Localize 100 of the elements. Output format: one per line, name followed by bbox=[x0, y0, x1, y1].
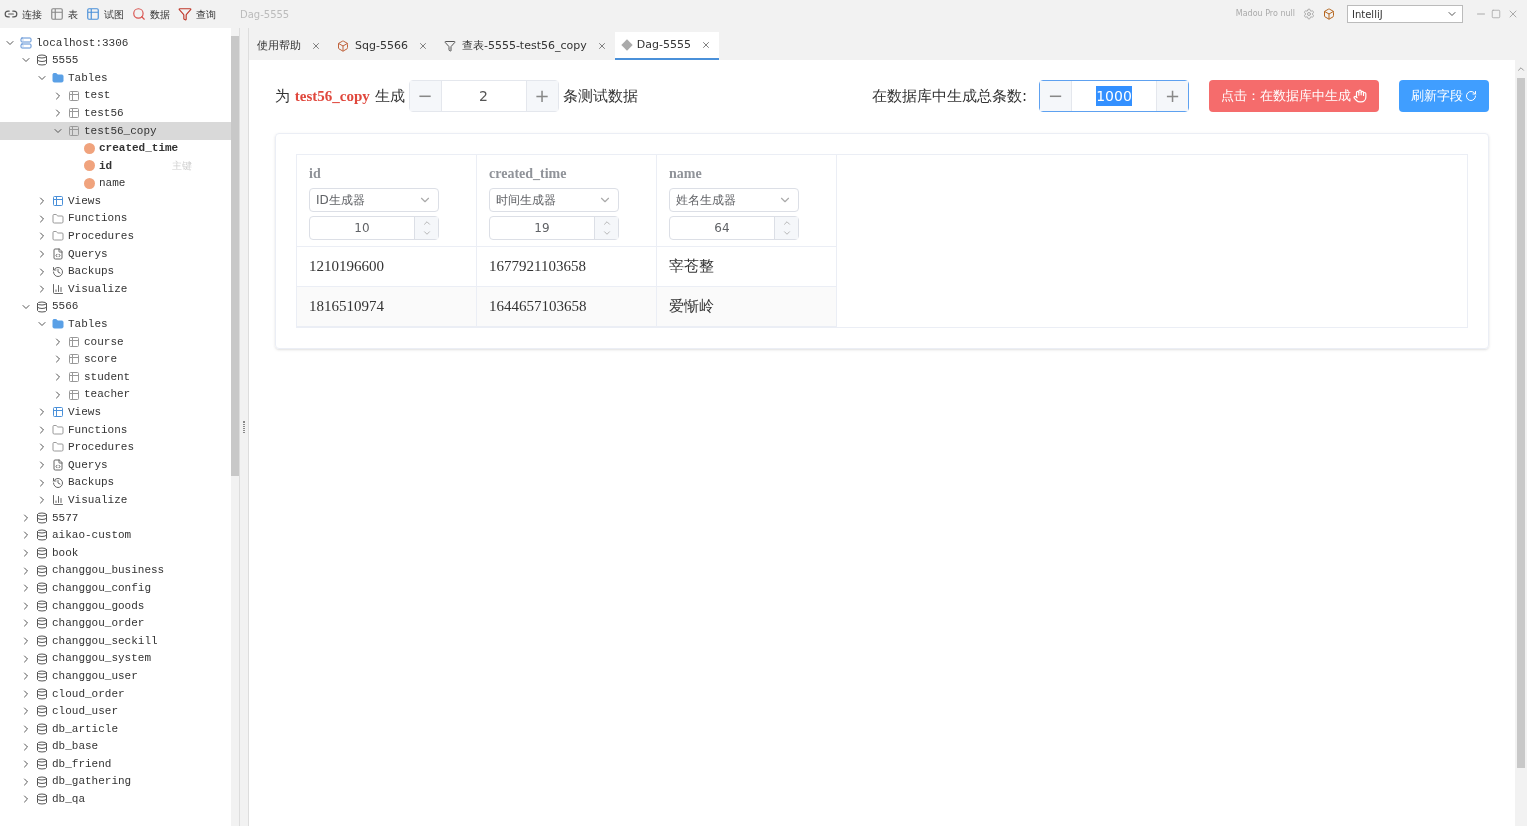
tab[interactable]: Sqg-5566 bbox=[329, 32, 436, 60]
tree-item[interactable]: course bbox=[0, 333, 231, 351]
tree-item[interactable]: 5566 bbox=[0, 297, 231, 316]
tree-item[interactable]: changgou_config bbox=[0, 579, 231, 597]
tree-item[interactable]: name bbox=[0, 174, 231, 193]
box-icon bbox=[337, 40, 349, 52]
number-stepper[interactable]: − 2 + bbox=[408, 80, 559, 112]
close-icon[interactable] bbox=[596, 41, 607, 51]
box-icon[interactable] bbox=[1323, 8, 1335, 20]
tree-label: Querys bbox=[68, 246, 108, 262]
tab[interactable]: 使用帮助 bbox=[249, 32, 329, 60]
tree-item[interactable]: test56 bbox=[0, 104, 231, 122]
tree-item[interactable]: Functions bbox=[0, 421, 231, 439]
tree-label: localhost:3306 bbox=[36, 35, 129, 51]
tree-item[interactable]: db_article bbox=[0, 720, 231, 738]
tree-item[interactable]: Views bbox=[0, 192, 231, 210]
generator-select[interactable]: 时间生成器 bbox=[489, 188, 619, 212]
generator-select[interactable]: 姓名生成器 bbox=[669, 188, 799, 212]
scrollbar-thumb[interactable] bbox=[231, 36, 239, 476]
theme-select[interactable]: IntelliJ bbox=[1347, 5, 1463, 23]
tree-label: Functions bbox=[68, 422, 128, 438]
table-icon bbox=[68, 89, 80, 102]
tree-item[interactable]: changgou_user bbox=[0, 667, 231, 685]
tree-item[interactable]: Procedures bbox=[0, 438, 231, 457]
database-icon bbox=[36, 793, 48, 806]
tree-label: db_base bbox=[52, 739, 99, 755]
maximize-icon[interactable] bbox=[1491, 9, 1501, 19]
toolbar-button[interactable]: 连接 bbox=[4, 6, 42, 22]
tree-item[interactable]: test56_copy bbox=[0, 121, 231, 140]
splitter-handle[interactable] bbox=[243, 421, 245, 433]
close-icon[interactable] bbox=[311, 41, 321, 51]
toolbar-button[interactable]: 查询 bbox=[178, 6, 216, 22]
tree-item[interactable]: Querys bbox=[0, 456, 231, 474]
table-icon bbox=[68, 124, 80, 137]
tree-item[interactable]: db_qa bbox=[0, 790, 231, 809]
tree-label: 5577 bbox=[52, 510, 79, 526]
tree-label: changgou_system bbox=[52, 651, 152, 667]
folder-icon bbox=[52, 318, 64, 331]
tree-item[interactable]: cloud_order bbox=[0, 684, 231, 703]
tree-item[interactable]: changgou_goods bbox=[0, 597, 231, 615]
tree-item[interactable]: Visualize bbox=[0, 491, 231, 510]
bar-chart-icon bbox=[52, 494, 64, 507]
tree-item[interactable]: db_gathering bbox=[0, 772, 231, 791]
user-label: Madou Pro null bbox=[1235, 8, 1295, 20]
tree-item[interactable]: Tables bbox=[0, 69, 231, 87]
close-icon[interactable] bbox=[700, 40, 711, 50]
tree-label: cloud_order bbox=[52, 686, 125, 702]
tree-item[interactable]: Visualize bbox=[0, 280, 231, 298]
tree-item[interactable]: changgou_order bbox=[0, 614, 231, 633]
scrollbar-thumb[interactable] bbox=[1517, 78, 1525, 768]
tree-item[interactable]: localhost:3306 bbox=[0, 34, 231, 52]
tree-item[interactable]: Backups bbox=[0, 262, 231, 281]
table-icon bbox=[86, 7, 100, 21]
length-field[interactable]: 10 bbox=[309, 216, 439, 240]
tree-item[interactable]: db_base bbox=[0, 737, 231, 756]
tree-label: Visualize bbox=[68, 281, 128, 297]
close-icon[interactable] bbox=[1507, 8, 1519, 20]
tree-item[interactable]: changgou_business bbox=[0, 561, 231, 580]
tree-item[interactable]: Querys bbox=[0, 245, 231, 263]
tree-item[interactable]: Procedures bbox=[0, 227, 231, 246]
length-field[interactable]: 19 bbox=[489, 216, 619, 240]
close-icon[interactable] bbox=[417, 41, 428, 51]
tab[interactable]: 查表-5555-test56_copy bbox=[435, 32, 615, 60]
history-icon bbox=[52, 476, 64, 489]
toolbar-button[interactable]: 数据 bbox=[132, 6, 170, 22]
generate-sentence: 为 test56_copy 生成 bbox=[275, 85, 405, 107]
tree-item[interactable]: student bbox=[0, 368, 231, 386]
tree-item[interactable]: created_time bbox=[0, 139, 231, 158]
database-icon bbox=[36, 687, 48, 700]
tree-label: student bbox=[84, 369, 131, 385]
funnel-icon bbox=[443, 40, 456, 52]
tree-item[interactable]: changgou_system bbox=[0, 649, 231, 668]
suffix-label: 条测试数据 bbox=[562, 85, 638, 107]
toolbar-button[interactable]: 试图 bbox=[86, 6, 124, 22]
toolbar-button[interactable]: 表 bbox=[50, 6, 78, 22]
server-icon bbox=[20, 36, 32, 49]
tree-item[interactable]: test bbox=[0, 86, 231, 105]
tree-item[interactable]: Backups bbox=[0, 473, 231, 492]
tree-item[interactable]: book bbox=[0, 544, 231, 562]
tree-item[interactable]: teacher bbox=[0, 385, 231, 404]
tree-label: Querys bbox=[68, 457, 108, 473]
tree-item[interactable]: 5555 bbox=[0, 51, 231, 70]
tree-item[interactable]: Views bbox=[0, 403, 231, 422]
tree-item[interactable]: cloud_user bbox=[0, 702, 231, 721]
tree-item[interactable]: score bbox=[0, 350, 231, 369]
number-field[interactable]: 2 bbox=[441, 81, 526, 111]
tree-item[interactable]: Functions bbox=[0, 209, 231, 228]
tree-label: changgou_seckill bbox=[52, 633, 158, 649]
settings-icon[interactable] bbox=[1303, 8, 1315, 20]
generator-select[interactable]: ID生成器 bbox=[309, 188, 439, 212]
tree-item[interactable]: changgou_seckill bbox=[0, 632, 231, 650]
folder-icon bbox=[52, 441, 64, 454]
tree-item[interactable]: Tables bbox=[0, 315, 231, 334]
tree-item[interactable]: aikao-custom bbox=[0, 526, 231, 545]
tree-item[interactable]: 5577 bbox=[0, 509, 231, 527]
length-field[interactable]: 64 bbox=[669, 216, 799, 240]
scroll-up-icon[interactable] bbox=[1516, 64, 1526, 74]
table-icon bbox=[50, 7, 64, 21]
tab[interactable]: Dag-5555 bbox=[614, 32, 719, 60]
tree-item[interactable]: db_friend bbox=[0, 755, 231, 773]
